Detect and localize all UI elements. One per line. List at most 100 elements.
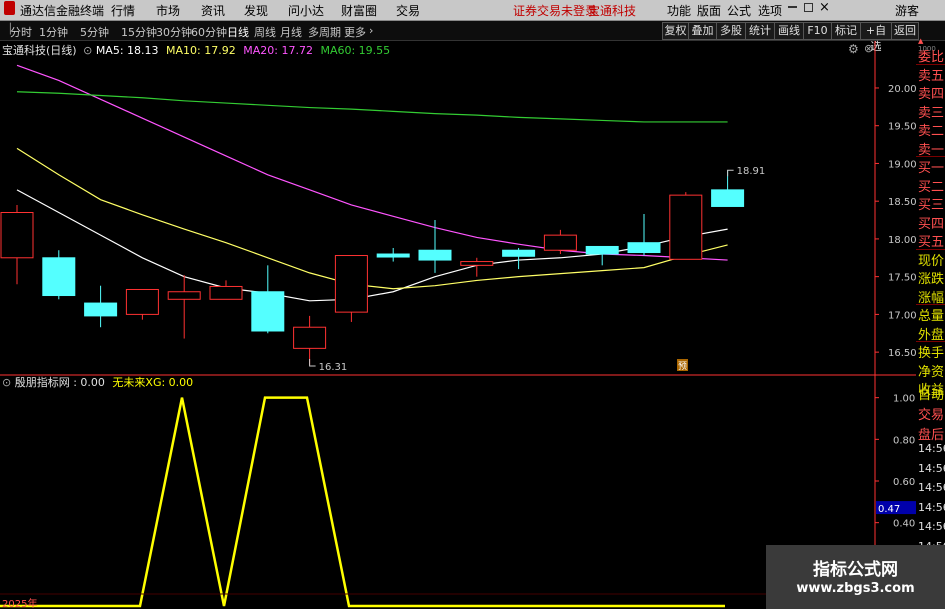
- quote-label-12: 涨跌: [918, 272, 945, 287]
- quote-label-17: 净资: [918, 364, 945, 380]
- mark-button[interactable]: 标记: [831, 22, 861, 40]
- menu-wealth-circle[interactable]: 财富圈: [341, 2, 377, 19]
- candle-body: [125, 288, 159, 315]
- minimize-icon[interactable]: [788, 6, 797, 8]
- low-marker: [309, 358, 316, 367]
- quote-label-3: 卖三: [918, 105, 945, 121]
- indicator-line-xg: [0, 396, 725, 608]
- close-icon[interactable]: ×: [819, 0, 830, 15]
- main-info-line: 宝通科技(日线) ⊙ MA5: 18.13 MA10: 17.92 MA20: …: [2, 42, 390, 58]
- trade-time: 14:56: [918, 442, 945, 455]
- menu-market-quotes[interactable]: 行情: [111, 2, 135, 19]
- ma60-label: MA60: 19.55: [320, 44, 391, 57]
- chart-settings-icon[interactable]: ⊙: [83, 44, 92, 57]
- period-30min[interactable]: 30分钟: [156, 24, 192, 40]
- indicator-tick-label: 0.40: [893, 519, 915, 530]
- candle-body: [585, 245, 619, 255]
- candle: [669, 192, 703, 260]
- candle-body: [460, 261, 494, 266]
- panel-close-icon[interactable]: ⊗: [864, 42, 873, 55]
- price-tick-label: 18.50: [888, 197, 916, 208]
- indicator-settings-icon[interactable]: ⊙: [2, 376, 11, 389]
- period-15min[interactable]: 15分钟: [121, 24, 157, 40]
- ma10-label: MA10: 17.92: [166, 44, 236, 57]
- trade-label-2[interactable]: 盘后: [918, 424, 944, 443]
- price-tick-label: 17.00: [888, 310, 916, 321]
- watermark-url: www.zbgs3.com: [796, 581, 915, 596]
- draw-line-button[interactable]: 画线: [774, 22, 804, 40]
- high-marker: [727, 169, 734, 177]
- app-title: 通达信金融终端: [20, 4, 105, 18]
- menu-ask-assistant[interactable]: 问小达: [288, 2, 324, 19]
- candle: [293, 315, 327, 365]
- menu-layout[interactable]: 版面: [697, 2, 721, 19]
- indicator-tick-label: 0.80: [893, 435, 915, 446]
- panel-settings-icon[interactable]: ⚙: [848, 42, 859, 56]
- period-5min[interactable]: 5分钟: [80, 24, 109, 40]
- multi-stock-button[interactable]: 多股: [716, 22, 746, 40]
- trade-label-0[interactable]: 自动: [918, 384, 944, 403]
- quote-label-0: 委比: [918, 50, 945, 65]
- candle: [334, 255, 368, 322]
- period-60min[interactable]: 60分钟: [191, 24, 227, 40]
- overlay-button[interactable]: 叠加: [688, 22, 717, 40]
- period-toolbar: ▕ 分时 1分钟 5分钟 15分钟 30分钟 60分钟 日线 周线 月线 多周期…: [0, 21, 945, 53]
- login-notice[interactable]: 证券交易未登录: [513, 2, 597, 19]
- more-chevron-icon[interactable]: ›: [369, 24, 373, 37]
- f10-button[interactable]: F10: [803, 22, 832, 40]
- menu-functions[interactable]: 功能: [667, 2, 691, 19]
- candle-body: [209, 285, 243, 300]
- menu-news[interactable]: 资讯: [201, 2, 225, 19]
- candle: [0, 204, 34, 285]
- menu-market[interactable]: 市场: [156, 2, 180, 19]
- candle-body: [0, 212, 34, 259]
- candle-body: [167, 291, 201, 300]
- candle: [418, 220, 452, 273]
- menu-bar: 通达信金融终端 行情 市场 资讯 发现 问小达 财富圈 交易 证券交易未登录 宝…: [0, 0, 945, 21]
- price-tick-label: 17.50: [888, 273, 916, 284]
- menu-formula[interactable]: 公式: [727, 2, 751, 19]
- menu-trade[interactable]: 交易: [396, 2, 420, 19]
- current-value-text: 0.47: [878, 504, 900, 515]
- ma-line-ma10: [16, 147, 728, 290]
- candle: [84, 285, 118, 328]
- period-1min[interactable]: 1分钟: [39, 24, 68, 40]
- period-weekly[interactable]: 周线: [254, 24, 276, 40]
- period-daily[interactable]: 日线: [227, 24, 249, 40]
- candle-body: [669, 194, 703, 260]
- quote-label-5: 卖一: [918, 142, 945, 158]
- quote-label-8: 买三: [918, 198, 945, 213]
- quote-side-panel: ▲ 1000 委比 卖五 卖四 卖三 卖二 卖一 买一 买二 买三 买四 买五 现价 涨跌 涨幅 总量 外盘 换手…: [916, 37, 945, 609]
- candle-body: [334, 255, 368, 313]
- indicator-name: 殷朋指标网 : 0.00: [14, 376, 105, 389]
- add-favorite-button[interactable]: +自选: [860, 22, 892, 53]
- kline-chart[interactable]: 16.50 17.00 17.50 18.00 18.50 19.00 19.50 20.00…: [0, 41, 916, 609]
- period-more[interactable]: 更多: [344, 24, 366, 40]
- period-intraday[interactable]: 分时: [10, 24, 32, 40]
- ma-line-ma60: [16, 91, 728, 123]
- adjust-button[interactable]: 复权: [662, 22, 689, 40]
- quote-label-9: 买四: [918, 216, 945, 232]
- trade-time: 14:56: [918, 461, 945, 475]
- candle-body: [502, 249, 536, 257]
- indicator-tick-label: 1.00: [893, 394, 915, 405]
- current-stock-name: 宝通科技: [588, 4, 637, 18]
- quote-label-2: 卖四: [918, 87, 945, 102]
- statistics-button[interactable]: 统计: [745, 22, 775, 40]
- period-monthly[interactable]: 月线: [280, 24, 302, 40]
- menu-discover[interactable]: 发现: [244, 2, 268, 19]
- candle: [585, 245, 619, 266]
- trade-time: 14:56: [918, 500, 945, 514]
- quote-label-6: 买一: [918, 161, 945, 176]
- period-multi[interactable]: 多周期: [308, 24, 341, 40]
- candle-body: [418, 249, 452, 261]
- trade-label-1[interactable]: 交易: [918, 404, 944, 423]
- back-button[interactable]: 返回: [891, 22, 919, 40]
- candle: [251, 265, 285, 334]
- quote-label-11: 现价: [918, 253, 945, 269]
- user-guest[interactable]: 游客: [895, 2, 919, 19]
- candle-body: [251, 291, 285, 332]
- candle-body: [293, 326, 327, 349]
- maximize-icon[interactable]: [804, 3, 813, 12]
- menu-options[interactable]: 选项: [758, 2, 782, 19]
